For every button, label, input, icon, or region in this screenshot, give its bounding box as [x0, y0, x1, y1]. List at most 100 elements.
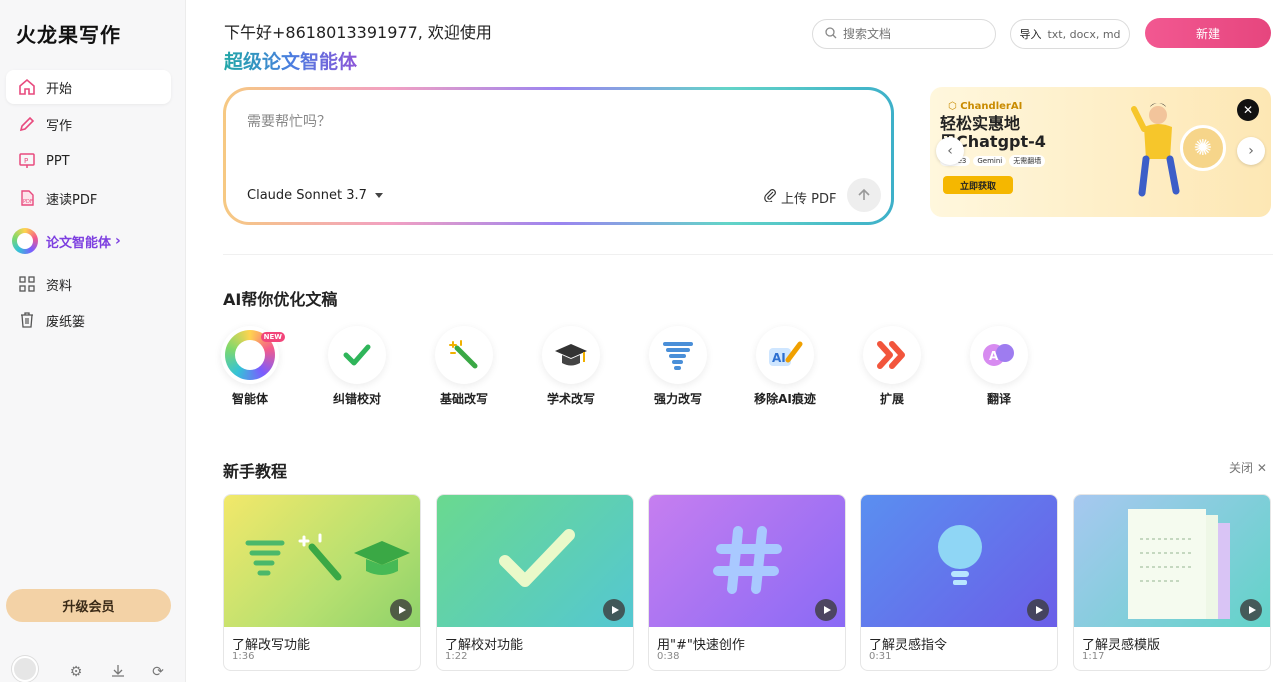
sidebar-item-label: 废纸篓: [46, 314, 86, 330]
person-illustration: [1131, 103, 1180, 197]
agent-ball-icon: [12, 228, 38, 254]
next-arrow-icon[interactable]: ›: [1237, 137, 1265, 165]
tool-label: 基础改写: [439, 392, 488, 406]
banner-brand: ⬡ ChandlerAI: [948, 101, 1023, 112]
tutorials-title: 新手教程: [223, 462, 288, 481]
prompt-placeholder[interactable]: 需要帮忙吗？: [247, 111, 331, 131]
upgrade-button[interactable]: 升级会员: [6, 589, 171, 622]
tool-label: 纠错校对: [332, 392, 381, 406]
avatar[interactable]: [12, 656, 38, 682]
sidebar-item-trash[interactable]: 废纸篓: [6, 303, 171, 337]
sidebar-item-thesis-agent[interactable]: 论文智能体 ›: [6, 224, 171, 258]
tutorial-thumbnail: [1074, 495, 1270, 627]
play-icon[interactable]: [390, 599, 412, 621]
sidebar-item-label: PPT: [46, 153, 70, 169]
tool-expand[interactable]: 扩展: [852, 326, 932, 407]
openai-logo-icon: ✺: [1180, 125, 1226, 171]
tutorial-duration: 0:31: [869, 651, 892, 662]
arrow-up-icon: [858, 188, 870, 200]
tool-label: 翻译: [986, 392, 1011, 406]
tutorial-card[interactable]: 了解改写功能 1:36: [223, 494, 421, 671]
sidebar-item-pdf[interactable]: PDF 速读PDF: [6, 181, 171, 215]
pen-icon: [16, 113, 38, 135]
tutorial-duration: 1:36: [232, 651, 255, 662]
tool-academic-rewrite[interactable]: 学术改写: [531, 326, 611, 407]
play-icon[interactable]: [1240, 599, 1262, 621]
divider: [223, 254, 1273, 255]
send-button[interactable]: [847, 178, 881, 212]
tool-agent[interactable]: NEW 智能体: [210, 326, 290, 407]
paperclip-icon: [764, 189, 777, 206]
ppt-icon: P: [16, 150, 38, 172]
sidebar-item-ppt[interactable]: P PPT: [6, 144, 171, 178]
tool-basic-rewrite[interactable]: 基础改写: [424, 326, 504, 407]
prev-arrow-icon[interactable]: ‹: [936, 137, 964, 165]
refresh-icon[interactable]: ⟳: [150, 664, 166, 680]
close-icon: ✕: [1253, 461, 1267, 475]
sidebar-item-materials[interactable]: 资料: [6, 267, 171, 301]
tutorial-card[interactable]: 了解校对功能 1:22: [436, 494, 634, 671]
new-document-button[interactable]: 新建: [1145, 18, 1271, 48]
home-icon: [16, 76, 38, 98]
sidebar-item-label: 论文智能体: [46, 235, 112, 251]
prompt-box-border: 需要帮忙吗？ Claude Sonnet 3.7 上传 PDF: [223, 87, 894, 225]
search-box[interactable]: [812, 19, 996, 49]
import-hint: txt, docx, md: [1047, 27, 1121, 41]
app-logo[interactable]: 火龙果写作: [16, 19, 121, 48]
tool-remove-ai[interactable]: AI 移除AI痕迹: [745, 326, 825, 407]
tutorial-card[interactable]: 用"#"快速创作 0:38: [648, 494, 846, 671]
tool-label: 智能体: [231, 392, 268, 406]
magic-wand-icon: [435, 326, 493, 384]
double-chevron-icon: [863, 326, 921, 384]
tool-label: 学术改写: [546, 392, 595, 406]
greeting: 下午好+8618013391977, 欢迎使用: [224, 23, 492, 42]
sidebar-item-start[interactable]: 开始: [6, 70, 171, 104]
search-input[interactable]: [843, 27, 983, 41]
promo-banner[interactable]: ⬡ ChandlerAI 轻松实惠地 用Chatgpt-4 Dalle3Gemi…: [930, 87, 1271, 217]
sidebar-item-label: 开始: [46, 81, 73, 97]
gear-icon[interactable]: ⚙: [68, 664, 84, 680]
close-banner-icon[interactable]: ✕: [1237, 99, 1259, 121]
play-icon[interactable]: [815, 599, 837, 621]
tutorial-thumbnail: [649, 495, 845, 627]
tool-label: 扩展: [879, 392, 904, 406]
play-icon[interactable]: [1027, 599, 1049, 621]
tutorial-thumbnail: [224, 495, 420, 627]
download-icon[interactable]: [110, 664, 126, 680]
new-badge: NEW: [260, 332, 285, 342]
sidebar-item-label: 写作: [46, 118, 73, 134]
caret-down-icon: [374, 193, 383, 198]
model-name: Claude Sonnet 3.7: [247, 188, 367, 203]
trash-icon: [16, 309, 38, 331]
tool-strong-rewrite[interactable]: 强力改写: [638, 326, 718, 407]
brand-subtitle: 超级论文智能体: [224, 47, 357, 74]
tutorial-card[interactable]: 了解灵感指令 0:31: [860, 494, 1058, 671]
play-icon[interactable]: [603, 599, 625, 621]
tutorial-duration: 1:17: [1082, 651, 1105, 662]
import-label: 导入: [1019, 28, 1042, 41]
import-button[interactable]: 导入 txt, docx, md: [1010, 19, 1130, 49]
close-tutorials-button[interactable]: 关闭 ✕: [1229, 459, 1267, 476]
sidebar-item-write[interactable]: 写作: [6, 107, 171, 141]
upload-pdf-button[interactable]: 上传 PDF: [764, 188, 836, 207]
tornado-icon: [649, 326, 707, 384]
banner-cta-button[interactable]: 立即获取: [943, 176, 1013, 194]
chevron-right-icon: ›: [115, 233, 121, 249]
svg-text:AI: AI: [772, 351, 786, 365]
model-selector[interactable]: Claude Sonnet 3.7: [247, 188, 383, 203]
svg-text:P: P: [24, 157, 28, 165]
sidebar-item-label: 资料: [46, 278, 73, 294]
tutorial-card[interactable]: 了解灵感模版 1:17: [1073, 494, 1271, 671]
tool-proofread[interactable]: 纠错校对: [317, 326, 397, 407]
tutorial-thumbnail: [437, 495, 633, 627]
sidebar: 火龙果写作 开始 写作 P PPT PDF 速读PDF 论文智能体 › 资料 废…: [0, 0, 186, 682]
svg-text:PDF: PDF: [23, 199, 33, 205]
tool-translate[interactable]: A 翻译: [959, 326, 1039, 407]
tutorial-duration: 0:38: [657, 651, 680, 662]
sidebar-item-label: 速读PDF: [46, 192, 98, 208]
grid-icon: [16, 273, 38, 295]
prompt-box[interactable]: 需要帮忙吗？ Claude Sonnet 3.7 上传 PDF: [226, 90, 891, 222]
translate-icon: A: [970, 326, 1028, 384]
agent-ball-icon: NEW: [221, 326, 285, 384]
pdf-icon: PDF: [16, 187, 38, 209]
